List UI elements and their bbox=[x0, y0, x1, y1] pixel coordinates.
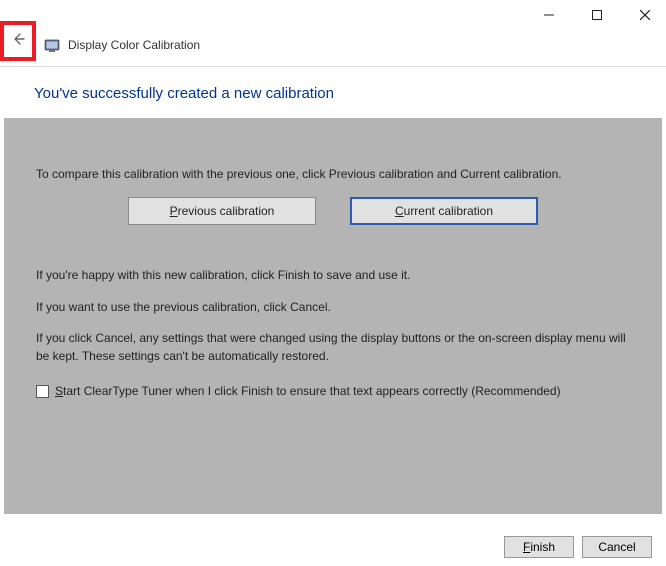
cancel-label: Cancel bbox=[598, 540, 635, 554]
back-button-highlight bbox=[0, 21, 36, 61]
finish-rest: inish bbox=[530, 540, 555, 554]
intro-text: To compare this calibration with the pre… bbox=[36, 166, 630, 183]
cancel-note-text: If you click Cancel, any settings that w… bbox=[36, 330, 630, 365]
content-area: To compare this calibration with the pre… bbox=[4, 118, 662, 514]
use-previous-text: If you want to use the previous calibrat… bbox=[36, 299, 630, 316]
calibration-buttons-row: Previous calibration Current calibration bbox=[36, 197, 630, 225]
cleartype-checkbox[interactable] bbox=[36, 385, 49, 398]
curr-label-rest: urrent calibration bbox=[404, 204, 493, 218]
prev-label-rest: revious calibration bbox=[178, 204, 275, 218]
window-titlebar bbox=[0, 0, 666, 30]
finish-button[interactable]: Finish bbox=[504, 536, 574, 558]
close-button[interactable] bbox=[630, 0, 660, 30]
footer-buttons: Finish Cancel bbox=[504, 536, 652, 558]
minimize-button[interactable] bbox=[534, 0, 564, 30]
prev-accel: P bbox=[170, 204, 178, 218]
cleartype-label[interactable]: Start ClearType Tuner when I click Finis… bbox=[55, 383, 561, 400]
previous-calibration-button[interactable]: Previous calibration bbox=[128, 197, 316, 225]
page-heading: You've successfully created a new calibr… bbox=[0, 67, 666, 118]
curr-accel: C bbox=[395, 204, 404, 218]
app-title: Display Color Calibration bbox=[68, 38, 200, 52]
maximize-button[interactable] bbox=[582, 0, 612, 30]
cancel-button[interactable]: Cancel bbox=[582, 536, 652, 558]
header-bar: Display Color Calibration bbox=[0, 30, 666, 60]
cleartype-rest: tart ClearType Tuner when I click Finish… bbox=[63, 384, 561, 398]
back-arrow-icon[interactable] bbox=[10, 31, 26, 52]
current-calibration-button[interactable]: Current calibration bbox=[350, 197, 538, 225]
cleartype-row: Start ClearType Tuner when I click Finis… bbox=[36, 383, 630, 400]
cleartype-accel: S bbox=[55, 384, 63, 398]
happy-text: If you're happy with this new calibratio… bbox=[36, 267, 630, 284]
app-icon bbox=[44, 37, 60, 53]
